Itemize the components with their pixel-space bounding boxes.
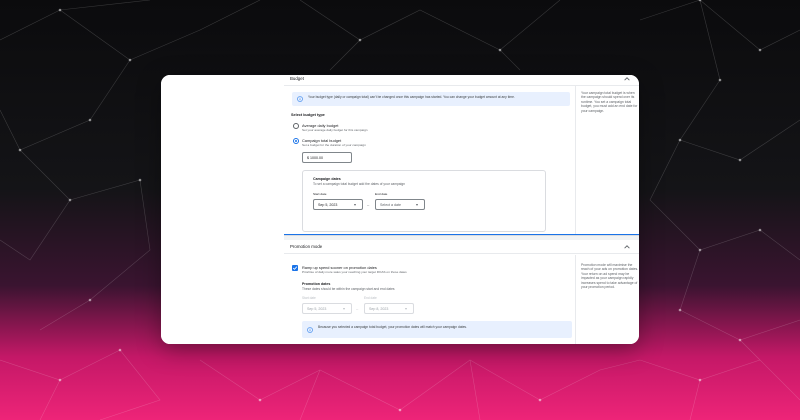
campaign-dates-desc: To set a campaign total budget add the d… <box>313 182 406 186</box>
budget-help-text: Your campaign total budget is when the c… <box>581 91 638 113</box>
budget-amount-input[interactable]: $ 1000.00 <box>302 152 352 163</box>
campaign-dates-title: Campaign dates <box>313 177 341 181</box>
caret-down-icon <box>416 204 418 206</box>
left-panel <box>161 75 284 344</box>
promotion-info-text: Because you selected a campaign total bu… <box>318 325 467 329</box>
budget-type-label: Select budget type <box>291 113 325 117</box>
end-date-placeholder: Select a date <box>380 203 401 207</box>
modal-card: Budget Your budget type (daily or campai… <box>161 75 639 344</box>
average-daily-desc: Set your average daily budget for this c… <box>302 128 368 132</box>
start-date-value: Sep 5, 2023 <box>318 203 338 207</box>
info-icon <box>307 326 313 333</box>
promotion-section-title: Promotion mode <box>290 244 323 249</box>
ramp-up-desc: Prioritise of daily more sales your reac… <box>302 270 407 274</box>
promo-end-value: Sep 8, 2023 <box>369 307 389 311</box>
check-icon <box>292 266 298 270</box>
budget-amount-value: $ 1000.00 <box>307 156 323 160</box>
start-date-label: Start date <box>313 192 327 196</box>
chevron-up-icon[interactable] <box>623 75 631 83</box>
promo-end-label: End date <box>364 296 377 300</box>
campaign-dates-box: Campaign dates To set a campaign total b… <box>302 170 546 232</box>
start-date-select[interactable]: Sep 5, 2023 <box>313 199 363 210</box>
end-date-label: End date <box>375 192 388 196</box>
budget-form: Your budget type (daily or campaign tota… <box>284 86 576 234</box>
caret-down-icon <box>343 308 345 310</box>
budget-info-banner: Your budget type (daily or campaign tota… <box>292 92 570 106</box>
caret-down-icon <box>354 204 356 206</box>
promo-date-separator: – <box>356 306 359 311</box>
promotion-dates-title: Promotion dates <box>302 282 331 286</box>
promo-start-select[interactable]: Sep 5, 2023 <box>302 303 352 314</box>
chevron-up-icon[interactable] <box>623 243 631 251</box>
budget-section-title: Budget <box>290 76 304 81</box>
budget-section-header[interactable]: Budget <box>284 75 639 86</box>
date-separator: – <box>367 202 370 207</box>
promo-start-label: Start date <box>302 296 316 300</box>
info-icon <box>297 96 303 102</box>
caret-down-icon <box>405 308 407 310</box>
campaign-total-radio[interactable] <box>293 138 299 144</box>
average-daily-radio[interactable] <box>293 123 299 129</box>
promotion-info-banner: Because you selected a campaign total bu… <box>302 321 572 338</box>
promo-start-value: Sep 5, 2023 <box>307 307 327 311</box>
end-date-select[interactable]: Select a date <box>375 199 425 210</box>
settings-panel: Budget Your budget type (daily or campai… <box>284 75 639 344</box>
campaign-total-desc: Set a budget for the duration of your ca… <box>302 143 366 147</box>
promotion-help-text: Promotion mode will maximise the reach o… <box>581 263 639 290</box>
ramp-up-checkbox[interactable] <box>292 265 298 271</box>
budget-info-text: Your budget type (daily or campaign tota… <box>308 95 515 99</box>
promotion-dates-desc: These dates should be within the campaig… <box>302 287 395 291</box>
promotion-section-header[interactable]: Promotion mode <box>284 240 639 254</box>
promo-end-select[interactable]: Sep 8, 2023 <box>364 303 414 314</box>
promotion-form: Ramp up spend sooner on promotion dates … <box>284 255 576 344</box>
